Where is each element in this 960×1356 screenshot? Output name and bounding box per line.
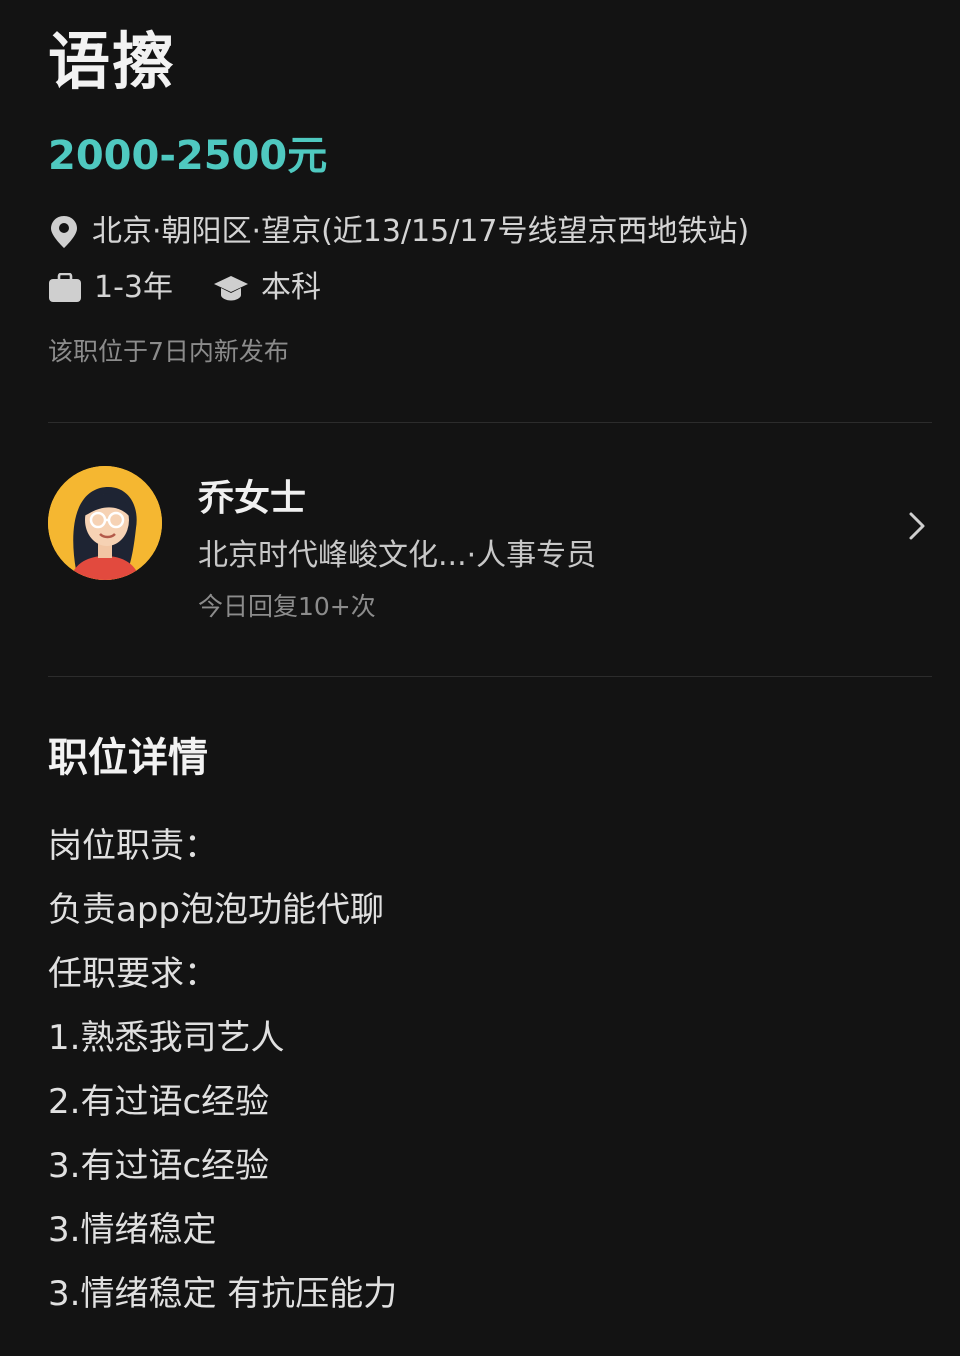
avatar	[48, 466, 162, 580]
education-item: 本科	[213, 268, 321, 308]
recruiter-card[interactable]: 乔女士 北京时代峰峻文化...·人事专员 今日回复10+次	[48, 466, 932, 636]
description-line: 负责app泡泡功能代聊	[48, 890, 384, 930]
job-description: 岗位职责： 负责app泡泡功能代聊 任职要求： 1.熟悉我司艺人 2.有过语c经…	[48, 814, 397, 1326]
recruiter-company-role: 北京时代峰峻文化...·人事专员	[198, 538, 597, 573]
description-line: 3.情绪稳定	[48, 1210, 217, 1250]
description-line: 3.情绪稳定 有抗压能力	[48, 1274, 398, 1314]
job-detail-page: 语擦 2000-2500元 北京·朝阳区·望京(近13/15/17号线望京西地铁…	[0, 0, 960, 1356]
divider	[48, 422, 932, 423]
description-line: 岗位职责：	[48, 826, 218, 866]
requirements-row: 1-3年 本科	[48, 268, 321, 308]
graduation-cap-icon	[213, 273, 249, 303]
description-line: 任职要求：	[48, 954, 218, 994]
recruiter-name: 乔女士	[198, 478, 307, 519]
description-line: 1.熟悉我司艺人	[48, 1018, 285, 1058]
education-text: 本科	[261, 270, 321, 305]
section-title-job-details: 职位详情	[48, 735, 208, 781]
description-line: 3.有过语c经验	[48, 1146, 270, 1186]
briefcase-icon	[48, 273, 82, 303]
location-text: 北京·朝阳区·望京(近13/15/17号线望京西地铁站)	[92, 214, 750, 249]
chevron-right-icon[interactable]	[902, 508, 932, 544]
job-title: 语擦	[48, 25, 177, 98]
salary-range: 2000-2500元	[48, 133, 328, 179]
recruiter-reply-stat: 今日回复10+次	[198, 592, 376, 621]
location-pin-icon	[48, 215, 80, 249]
divider	[48, 676, 932, 677]
experience-text: 1-3年	[94, 270, 173, 305]
description-line: 2.有过语c经验	[48, 1082, 270, 1122]
posted-note: 该职位于7日内新发布	[48, 337, 289, 366]
location-row[interactable]: 北京·朝阳区·望京(近13/15/17号线望京西地铁站)	[48, 212, 749, 252]
